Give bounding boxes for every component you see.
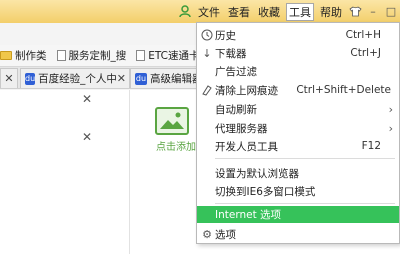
tools-dropdown-menu: 历史 Ctrl+H ↓ 下载器 Ctrl+J 广告过滤 清除上网痕迹 Ctrl+… [196, 22, 400, 244]
page-icon [136, 50, 146, 61]
menu-bar: 文件 查看 收藏 工具 帮助 – □ [178, 2, 398, 21]
skin-icon[interactable] [348, 5, 362, 19]
close-icon[interactable]: ✕ [82, 130, 92, 144]
menu-favorites[interactable]: 收藏 [256, 3, 282, 21]
tab-pinned[interactable]: ✕ [0, 68, 18, 88]
tab-label: 高级编辑器 [150, 73, 203, 85]
add-image-label[interactable]: 点击添加 [156, 138, 196, 153]
baidu-icon: du [25, 72, 36, 85]
menu-item-set-default[interactable]: 设置为默认浏览器 [197, 163, 399, 183]
bookmark-label: ETC速通卡 [148, 50, 200, 62]
chevron-right-icon: › [388, 121, 393, 135]
menu-item-auto-refresh[interactable]: 自动刷新 › [197, 99, 399, 119]
menu-item-downloader[interactable]: ↓ 下载器 Ctrl+J [197, 43, 399, 63]
download-icon: ↓ [202, 46, 212, 60]
menu-file[interactable]: 文件 [196, 3, 222, 21]
tab-label: 百度经验_个人中 [38, 73, 117, 85]
gear-icon: ⚙ [202, 227, 212, 241]
clear-icon [200, 83, 214, 97]
bookmark-label: 制作类 [15, 50, 47, 62]
page-icon [56, 50, 66, 61]
folder-icon [0, 51, 12, 60]
baidu-icon: du [135, 72, 147, 85]
menu-divider [215, 158, 395, 159]
bookmark-item[interactable]: 服务定制_搜 [56, 48, 127, 63]
bookmark-item[interactable]: 制作类 [0, 48, 47, 63]
close-icon[interactable]: ✕ [117, 72, 126, 85]
tab-baidu-personal[interactable]: du 百度经验_个人中 ✕ [20, 68, 130, 88]
chevron-right-icon: › [388, 102, 393, 116]
menu-item-ie6-mode[interactable]: 切换到IE6多窗口模式 [197, 181, 399, 201]
menu-item-options[interactable]: ⚙ 选项 [197, 224, 399, 244]
bookmark-item[interactable]: ETC速通卡 [136, 48, 200, 63]
minimize-button[interactable]: – [366, 5, 380, 19]
menu-item-ad-filter[interactable]: 广告过滤 [197, 61, 399, 81]
menu-help[interactable]: 帮助 [318, 3, 344, 21]
close-icon[interactable]: ✕ [82, 92, 92, 106]
bookmark-label: 服务定制_搜 [68, 50, 127, 62]
menu-view[interactable]: 查看 [226, 3, 252, 21]
history-icon [200, 28, 214, 42]
user-icon[interactable] [178, 5, 192, 19]
menu-item-dev-tools[interactable]: 开发人员工具 F12 [197, 136, 399, 156]
menu-item-clear-traces[interactable]: 清除上网痕迹 Ctrl+Shift+Delete [197, 80, 399, 100]
menu-item-history[interactable]: 历史 Ctrl+H [197, 25, 399, 45]
title-bar: 文件 查看 收藏 工具 帮助 – □ [0, 0, 400, 23]
image-icon[interactable] [155, 107, 189, 135]
menu-divider [215, 203, 395, 204]
maximize-button[interactable]: □ [384, 5, 398, 19]
menu-item-internet-options[interactable]: Internet 选项 [197, 206, 399, 223]
close-icon[interactable]: ✕ [4, 72, 13, 85]
left-pane: ✕ ✕ [0, 90, 130, 254]
menu-tools[interactable]: 工具 [286, 2, 314, 21]
menu-item-proxy[interactable]: 代理服务器 › [197, 118, 399, 138]
